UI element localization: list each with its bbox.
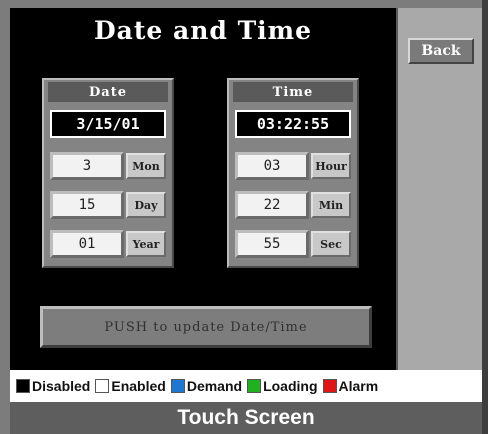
month-input[interactable]: 3: [50, 152, 124, 180]
legend-item-enabled: Enabled: [95, 378, 166, 394]
legend-label: Alarm: [338, 378, 379, 394]
back-button[interactable]: Back: [408, 38, 474, 64]
year-unit-label: Year: [126, 231, 166, 257]
minute-unit-label: Min: [311, 192, 351, 218]
alarm-swatch-icon: [322, 379, 337, 393]
legend-item-demand: Demand: [170, 378, 243, 394]
time-display: 03:22:55: [235, 110, 351, 138]
hour-unit-label: Hour: [311, 153, 351, 179]
date-group: Date 3/15/01 3 Mon 15 Day 01 Year: [42, 78, 174, 268]
second-input[interactable]: 55: [235, 230, 309, 258]
legend-label: Enabled: [111, 378, 166, 394]
hour-input[interactable]: 03: [235, 152, 309, 180]
disabled-swatch-icon: [16, 379, 30, 393]
footer-title: Touch Screen: [10, 402, 482, 434]
status-legend: Disabled Enabled Demand Loading Alarm: [10, 370, 482, 402]
day-input[interactable]: 15: [50, 191, 124, 219]
page-title: Date and Time: [93, 16, 313, 45]
minute-input[interactable]: 22: [235, 191, 309, 219]
day-unit-label: Day: [126, 192, 166, 218]
month-unit-label: Mon: [126, 153, 166, 179]
frame-edge: [482, 0, 488, 434]
second-unit-label: Sec: [311, 231, 351, 257]
legend-item-alarm: Alarm: [322, 378, 379, 394]
time-header: Time: [233, 82, 353, 102]
loading-swatch-icon: [247, 379, 262, 393]
legend-label: Demand: [186, 378, 243, 394]
legend-label: Loading: [263, 378, 318, 394]
year-input[interactable]: 01: [50, 230, 124, 258]
legend-item-disabled: Disabled: [16, 378, 90, 394]
update-datetime-button[interactable]: PUSH to update Date/Time: [40, 306, 372, 348]
time-group: Time 03:22:55 03 Hour 22 Min 55 Sec: [227, 78, 359, 268]
legend-item-loading: Loading: [247, 378, 318, 394]
legend-label: Disabled: [32, 378, 91, 394]
date-display: 3/15/01: [50, 110, 166, 138]
enabled-swatch-icon: [95, 379, 110, 393]
demand-swatch-icon: [170, 379, 185, 393]
date-header: Date: [48, 82, 168, 102]
